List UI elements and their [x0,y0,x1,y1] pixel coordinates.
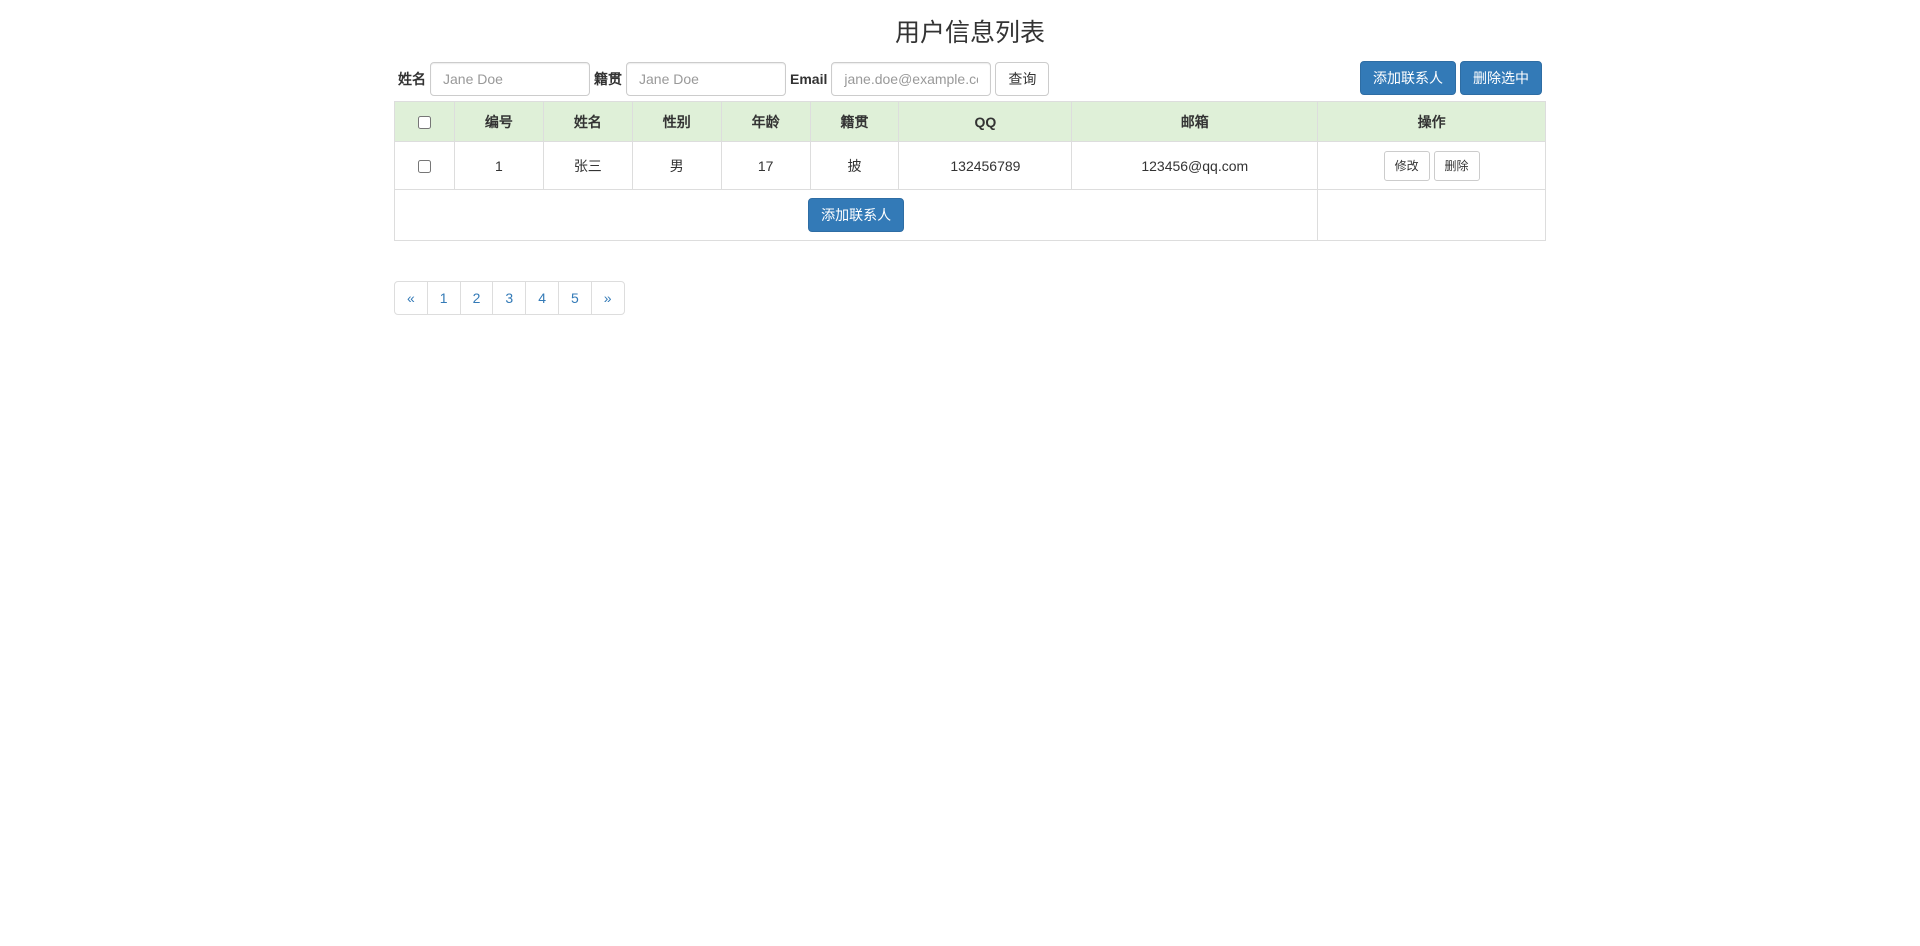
origin-search-input[interactable] [626,62,786,96]
pagination-page-3[interactable]: 3 [492,281,527,315]
delete-selected-button[interactable]: 删除选中 [1460,61,1542,95]
edit-button[interactable]: 修改 [1383,150,1430,181]
query-button[interactable]: 查询 [995,62,1050,96]
header-email: 邮箱 [1071,101,1319,142]
header-actions: 添加联系人 删除选中 [1360,61,1542,95]
page-title: 用户信息列表 [894,19,1045,47]
footer-add-cell: 添加联系人 [393,189,1319,241]
select-all-checkbox[interactable] [417,116,431,130]
header-qq: QQ [898,101,1073,142]
name-label: 姓名 [398,71,426,87]
pagination-prev[interactable]: « [394,281,428,315]
delete-button[interactable]: 删除 [1433,150,1480,181]
cell-age: 17 [720,141,811,190]
header-origin: 籍贯 [809,101,900,142]
header-id: 编号 [453,101,544,142]
header-age: 年龄 [720,101,811,142]
pagination-page-1[interactable]: 1 [426,281,461,315]
pagination-page-5[interactable]: 5 [557,281,592,315]
cell-id: 1 [453,141,544,190]
cell-gender: 男 [631,141,722,190]
row-checkbox[interactable] [417,160,431,174]
row-select-cell [394,141,455,190]
toolbar-row: 姓名 籍贯 Email 查询 添加联系人 删除选中 [394,61,1546,97]
cell-row-actions: 修改 删除 [1317,141,1546,190]
pagination-page-4[interactable]: 4 [525,281,559,315]
email-label: Email [790,71,828,87]
pagination-next[interactable]: » [590,281,625,315]
origin-label: 籍贯 [594,71,622,87]
select-all-cell [394,101,455,142]
cell-email: 123456@qq.com [1071,141,1319,190]
header-gender: 性别 [631,101,722,142]
email-search-input[interactable] [831,62,992,96]
cell-origin: 披 [809,141,900,190]
footer-empty-cell [1317,189,1546,241]
cell-qq: 132456789 [898,141,1073,190]
add-contact-button[interactable]: 添加联系人 [1360,61,1456,95]
pagination: « 1 2 3 4 5 » [394,281,625,315]
table-header: 编号 姓名 性别 年龄 籍贯 QQ 邮箱 操作 [394,101,1546,142]
search-form: 姓名 籍贯 Email 查询 [398,61,1050,97]
name-search-input[interactable] [430,62,590,96]
table-footer-row: 添加联系人 [393,189,1546,241]
user-table: 编号 姓名 性别 年龄 籍贯 QQ 邮箱 操作 1 张三 男 17 披 1324… [393,101,1546,241]
pagination-page-2[interactable]: 2 [459,281,494,315]
table-row: 1 张三 男 17 披 132456789 123456@qq.com 修改 删… [394,141,1546,190]
cell-name: 张三 [542,141,633,190]
header-actions: 操作 [1317,101,1546,142]
header-name: 姓名 [542,101,633,142]
footer-add-contact-button[interactable]: 添加联系人 [808,198,905,232]
